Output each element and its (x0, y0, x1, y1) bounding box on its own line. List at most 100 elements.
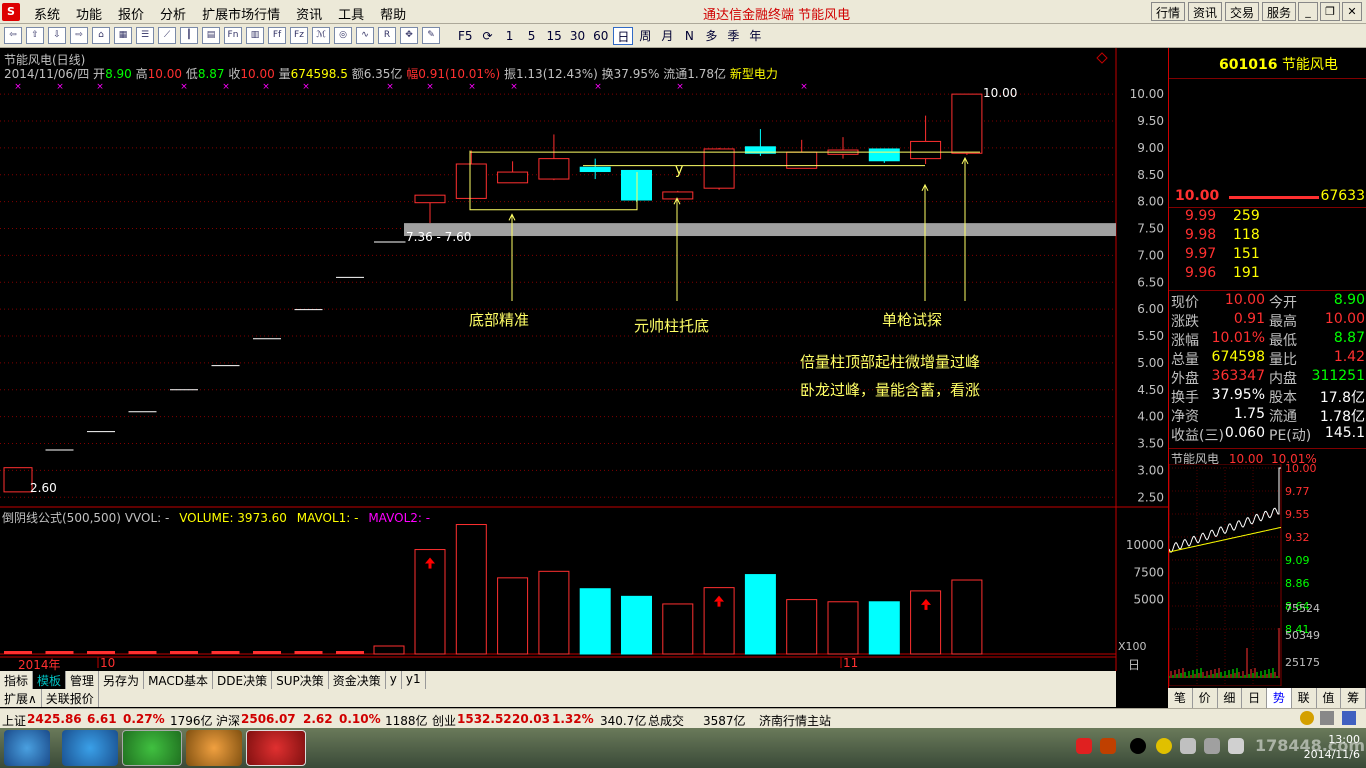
tab-expand[interactable]: 扩展∧ (0, 689, 42, 707)
tab-fund[interactable]: 资金决策 (329, 671, 386, 689)
tray-volume-icon[interactable] (1228, 738, 1244, 754)
period-15min[interactable]: 15 (544, 27, 565, 45)
service-button[interactable]: 服务 (1261, 2, 1296, 21)
tray-network-icon[interactable] (1204, 738, 1220, 754)
menu-system[interactable]: 系统 (26, 4, 68, 23)
panel-tabs: 笔 价 细 日 势 联 值 筹 (1168, 688, 1366, 708)
home-icon[interactable]: ⌂ (92, 27, 110, 44)
period-year[interactable]: 年 (745, 27, 765, 45)
tray-plus-icon[interactable] (1156, 738, 1172, 754)
tab-manage[interactable]: 管理 (66, 671, 100, 689)
tab-save-as[interactable]: 另存为 (99, 671, 145, 689)
tab-sup[interactable]: SUP决策 (272, 671, 329, 689)
period-60min[interactable]: 60 (590, 27, 611, 45)
tab-related-quote[interactable]: 关联报价 (42, 689, 99, 707)
menu-help[interactable]: 帮助 (372, 4, 414, 23)
price-tick-label: 9.50 (1137, 114, 1164, 128)
period-30min[interactable]: 30 (567, 27, 588, 45)
tab-ticks[interactable]: 笔 (1168, 688, 1193, 708)
menu-news[interactable]: 资讯 (288, 4, 330, 23)
list-icon[interactable]: ☰ (136, 27, 154, 44)
stat-value: 363347 (1211, 368, 1265, 384)
tray-qq-icon[interactable] (1130, 738, 1146, 754)
restore-icon[interactable]: ❐ (1320, 2, 1340, 21)
intraday-chart[interactable]: 10.009.779.559.329.098.868.648.417552450… (1169, 464, 1366, 686)
menu-tools[interactable]: 工具 (330, 4, 372, 23)
up-icon[interactable]: ⇧ (26, 27, 44, 44)
tray-s-icon[interactable] (1076, 738, 1092, 754)
period-week[interactable]: 周 (635, 27, 655, 45)
move-icon[interactable]: ✥ (400, 27, 418, 44)
table-icon[interactable]: ▤ (202, 27, 220, 44)
tab-daily[interactable]: 日 (1242, 688, 1267, 708)
tab-indicator[interactable]: 指标 (0, 671, 34, 689)
period-1min[interactable]: 1 (500, 27, 520, 45)
news-button[interactable]: 资讯 (1187, 2, 1222, 21)
tab-price[interactable]: 价 (1193, 688, 1218, 708)
bid-price: 9.97 (1185, 246, 1217, 262)
tray-sound-icon[interactable] (1100, 738, 1116, 754)
close-icon[interactable]: ✕ (1342, 2, 1362, 21)
tdx-app-icon[interactable] (246, 730, 306, 766)
tab-template[interactable]: 模板 (33, 671, 67, 689)
menu-analysis[interactable]: 分析 (152, 4, 194, 23)
bar-chart-icon[interactable]: ▥ (246, 27, 264, 44)
info-icon[interactable] (1342, 711, 1356, 725)
period-5min[interactable]: 5 (522, 27, 542, 45)
menu-function[interactable]: 功能 (68, 4, 110, 23)
tray-flag-icon[interactable] (1180, 738, 1196, 754)
period-month[interactable]: 月 (657, 27, 677, 45)
period-refresh-icon[interactable]: ⟳ (478, 27, 498, 45)
grid-icon[interactable]: ▦ (114, 27, 132, 44)
f10-icon[interactable]: Fn (224, 27, 242, 44)
media-player-icon[interactable] (186, 730, 242, 766)
menu-extended-market[interactable]: 扩展市场行情 (194, 4, 288, 23)
browser-icon[interactable] (122, 730, 182, 766)
station-name[interactable]: 济南行情主站 (759, 712, 831, 729)
signal-marker: × (426, 82, 434, 92)
kline-chart[interactable]: × × × × × × × × × × × × × × 10.00 9.50 9.00 8.50 8.00 7.50… (0, 48, 1168, 671)
pen-icon[interactable]: ✎ (422, 27, 440, 44)
settings-icon[interactable] (1320, 711, 1334, 725)
tab-detail[interactable]: 细 (1218, 688, 1243, 708)
fund-icon[interactable]: ℳ (312, 27, 330, 44)
menu-quote[interactable]: 报价 (110, 4, 152, 23)
period-multi[interactable]: 多 (701, 27, 721, 45)
status-indicator-icon[interactable] (1300, 711, 1314, 725)
rsi-icon[interactable]: R (378, 27, 396, 44)
tab-macd[interactable]: MACD基本 (144, 671, 214, 689)
period-day[interactable]: 日 (613, 27, 634, 45)
period-f5[interactable]: F5 (455, 27, 476, 45)
tab-chips[interactable]: 筹 (1341, 688, 1366, 708)
forward-icon[interactable]: ⇨ (70, 27, 88, 44)
candle-icon[interactable]: ┃ (180, 27, 198, 44)
stat-value: 1.78亿 (1319, 409, 1365, 425)
tab-y1[interactable]: y1 (402, 671, 426, 689)
app-logo-icon[interactable]: S (2, 3, 20, 21)
sh-amount: 1796亿 (170, 714, 213, 728)
period-quarter[interactable]: 季 (723, 27, 743, 45)
stat-label: 内盘 (1269, 371, 1297, 387)
f-info-icon[interactable]: Ff (268, 27, 286, 44)
period-n[interactable]: N (679, 27, 699, 45)
search-icon[interactable]: ◎ (334, 27, 352, 44)
clock[interactable]: 13:00 2014/11/6 (1304, 732, 1360, 762)
trade-button[interactable]: 交易 (1224, 2, 1259, 21)
stat-label: 涨跌 (1171, 314, 1199, 330)
volume-scale: X100 (1118, 640, 1147, 653)
quote-button[interactable]: 行情 (1150, 2, 1185, 21)
tab-value[interactable]: 值 (1317, 688, 1342, 708)
start-button-icon[interactable] (4, 730, 50, 766)
tab-trend[interactable]: 势 (1267, 688, 1292, 708)
indicator-icon[interactable]: ∿ (356, 27, 374, 44)
tab-link[interactable]: 联 (1292, 688, 1317, 708)
tab-y[interactable]: y (386, 671, 402, 689)
frz-icon[interactable]: Fz (290, 27, 308, 44)
back-icon[interactable]: ⇦ (4, 27, 22, 44)
ie-icon[interactable] (62, 730, 118, 766)
mini-price-label: 10.00 (1285, 464, 1317, 475)
line-chart-icon[interactable]: ⟋ (158, 27, 176, 44)
tab-dde[interactable]: DDE决策 (213, 671, 273, 689)
minimize-icon[interactable]: _ (1298, 2, 1318, 21)
down-icon[interactable]: ⇩ (48, 27, 66, 44)
